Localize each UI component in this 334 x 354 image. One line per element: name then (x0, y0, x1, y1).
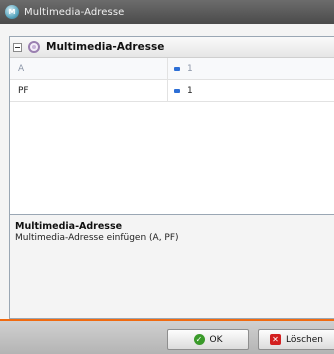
title-bar: M Multimedia-Adresse (0, 0, 334, 24)
property-value-field[interactable]: 1 (168, 86, 193, 96)
property-category-header[interactable]: Multimedia-Adresse (10, 37, 334, 58)
property-name: A (10, 58, 168, 79)
description-panel: Multimedia-Adresse Multimedia-Adresse ei… (9, 214, 334, 319)
value-icon (174, 88, 180, 93)
property-value: 1 (187, 85, 193, 96)
description-text: Multimedia-Adresse einfügen (A, PF) (15, 233, 179, 243)
delete-button[interactable]: ✕ Löschen (258, 329, 334, 350)
checkmark-icon: ✓ (193, 334, 205, 345)
property-row-pf[interactable]: PF 1 (10, 80, 334, 102)
property-value-field[interactable]: 1 (168, 64, 193, 74)
property-grid: Multimedia-Adresse A 1 PF 1 (9, 36, 334, 237)
window-title: Multimedia-Adresse (24, 6, 125, 18)
ok-button-label: OK (209, 334, 223, 345)
collapse-icon[interactable] (13, 42, 22, 52)
delete-icon: ✕ (270, 334, 282, 345)
category-icon (28, 41, 40, 53)
window-body: Multimedia-Adresse A 1 PF 1 Multimedia-A… (0, 24, 334, 354)
dialog-footer: ✓ OK ✕ Löschen (0, 321, 334, 354)
description-title: Multimedia-Adresse (15, 221, 123, 232)
delete-button-label: Löschen (286, 334, 323, 345)
property-name: PF (10, 80, 168, 101)
multimedia-app-icon: M (5, 5, 19, 19)
property-category-title: Multimedia-Adresse (46, 41, 165, 53)
ok-button[interactable]: ✓ OK (167, 329, 249, 350)
value-icon (174, 66, 180, 71)
property-row-a[interactable]: A 1 (10, 58, 334, 80)
property-value: 1 (187, 63, 193, 74)
